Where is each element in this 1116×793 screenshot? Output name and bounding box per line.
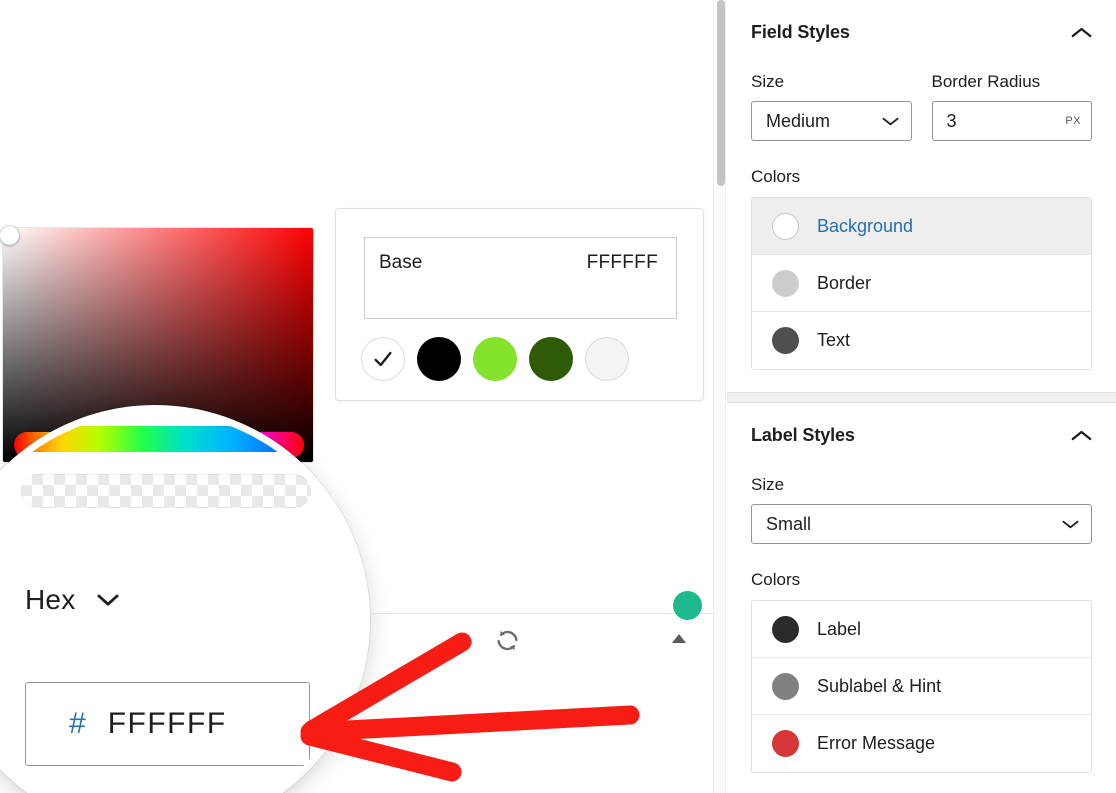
color-label-background: Background	[817, 215, 914, 236]
color-dot-label	[772, 615, 799, 643]
saturation-handle[interactable]	[0, 226, 19, 245]
swatch-off-white[interactable]	[585, 337, 629, 381]
section-label-styles: Label Styles Size Small Colors Label Sub…	[727, 403, 1116, 773]
hue-slider-magnified[interactable]	[21, 426, 311, 452]
color-item-error-message[interactable]: Error Message	[752, 715, 1091, 772]
color-picker-panel: Hex # FFFFFF Base FFFFFF	[0, 0, 714, 793]
swatch-black[interactable]	[417, 337, 461, 381]
color-swatch-panel: Base FFFFFF	[335, 208, 704, 401]
label-colors-label-wrap: Colors	[727, 570, 1116, 590]
label-size-select[interactable]: Small	[751, 504, 1092, 544]
color-item-border[interactable]: Border	[752, 255, 1091, 312]
styles-sidebar: Field Styles Size Medium Border Radius 3…	[727, 0, 1116, 793]
label-colors-label: Colors	[751, 570, 801, 589]
hex-input-value: FFFFFF	[107, 707, 227, 740]
label-styles-title: Label Styles	[751, 424, 855, 445]
field-size-value: Medium	[766, 110, 831, 131]
status-badge	[673, 591, 702, 620]
preset-swatch-row	[361, 337, 629, 381]
color-label-border: Border	[817, 272, 872, 293]
section-separator	[727, 392, 1116, 403]
color-item-background[interactable]: Background	[752, 198, 1091, 255]
alpha-slider-magnified[interactable]	[21, 474, 311, 508]
field-colors-label: Colors	[751, 167, 801, 186]
field-styles-header[interactable]: Field Styles	[727, 14, 1116, 50]
field-colors-label-wrap: Colors	[727, 167, 1116, 187]
color-dot-text	[772, 327, 799, 354]
swatch-selected-white[interactable]	[361, 337, 405, 381]
color-item-label[interactable]: Label	[752, 601, 1091, 658]
chevron-up-icon[interactable]	[1071, 26, 1092, 39]
section-divider	[370, 613, 714, 614]
color-label-text: Text	[817, 330, 851, 350]
chevron-up-icon[interactable]	[1071, 429, 1092, 442]
color-item-text[interactable]: Text	[752, 312, 1091, 369]
field-border-radius-unit: PX	[1065, 115, 1081, 127]
color-dot-sublabel-hint	[772, 672, 799, 700]
field-size-select[interactable]: Medium	[751, 101, 912, 141]
chevron-down-icon	[1062, 520, 1079, 528]
base-color-name: Base	[379, 252, 423, 273]
field-border-radius-input[interactable]: 3 PX	[931, 101, 1092, 141]
field-border-radius-label: Border Radius	[931, 72, 1041, 91]
color-format-selector[interactable]: Hex	[25, 584, 119, 616]
check-icon	[374, 351, 392, 367]
loupe-content: Hex # FFFFFF	[0, 412, 363, 793]
refresh-icon[interactable]	[495, 628, 520, 653]
base-color-row[interactable]: Base FFFFFF	[364, 237, 677, 319]
field-border-radius-group: Border Radius 3 PX	[931, 72, 1092, 141]
field-size-label: Size	[751, 72, 785, 91]
magnifier-loupe: Hex # FFFFFF	[0, 405, 370, 793]
screenshot-root: Hex # FFFFFF Base FFFFFF Field Styles Si…	[0, 0, 1116, 793]
label-size-label: Size	[751, 475, 785, 494]
hash-prefix: #	[69, 707, 86, 740]
field-colors-list: Background Border Text	[751, 197, 1092, 370]
color-dot-border	[772, 269, 799, 297]
color-dot-background	[772, 212, 799, 240]
swatch-lime[interactable]	[473, 337, 517, 381]
label-size-value: Small	[766, 513, 812, 534]
field-border-radius-value: 3	[946, 110, 957, 131]
section-field-styles: Field Styles Size Medium Border Radius 3…	[727, 0, 1116, 392]
field-size-group: Size Medium	[751, 72, 912, 141]
chevron-down-icon	[97, 594, 119, 606]
label-size-row: Size Small	[727, 475, 1116, 544]
label-colors-list: Label Sublabel & Hint Error Message	[751, 600, 1092, 773]
color-label-error-message: Error Message	[817, 733, 936, 753]
field-styles-title: Field Styles	[751, 21, 850, 42]
label-styles-header[interactable]: Label Styles	[727, 417, 1116, 453]
chevron-down-icon	[881, 117, 899, 125]
vertical-scrollbar[interactable]	[713, 0, 726, 793]
field-size-radius-row: Size Medium Border Radius 3 PX	[727, 72, 1116, 141]
swatch-dark-green[interactable]	[529, 337, 573, 381]
color-format-label: Hex	[25, 584, 76, 615]
scrollbar-thumb[interactable]	[717, 0, 725, 186]
label-size-group: Size Small	[751, 475, 1092, 544]
color-dot-error-message	[772, 730, 799, 757]
caret-up-icon[interactable]	[672, 634, 686, 643]
base-color-hex: FFFFFF	[586, 252, 658, 273]
color-label-sublabel-hint: Sublabel & Hint	[817, 675, 942, 696]
color-item-sublabel-hint[interactable]: Sublabel & Hint	[752, 658, 1091, 715]
color-label-label: Label	[817, 618, 862, 639]
hex-input[interactable]: # FFFFFF	[25, 682, 310, 766]
